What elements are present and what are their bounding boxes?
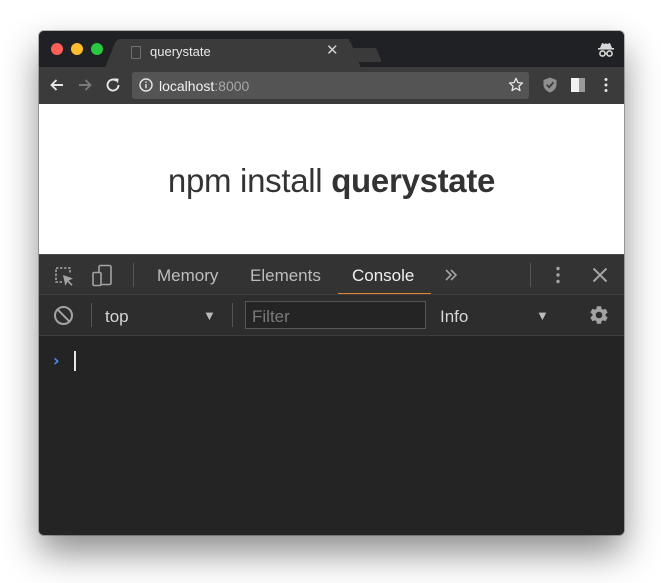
page-viewport: npm install querystate bbox=[39, 104, 624, 254]
clear-console-icon[interactable] bbox=[53, 305, 74, 326]
browser-toolbar: localhost:8000 bbox=[39, 67, 624, 104]
page-favicon-icon bbox=[131, 46, 141, 59]
log-level-selector[interactable]: Info bbox=[440, 307, 468, 327]
tab-elements[interactable]: Elements bbox=[250, 266, 321, 286]
more-vertical-icon[interactable] bbox=[597, 76, 615, 94]
filter-input[interactable] bbox=[245, 301, 426, 329]
new-tab-button[interactable] bbox=[350, 48, 382, 62]
address-bar[interactable]: localhost:8000 bbox=[132, 72, 529, 99]
tab-title: querystate bbox=[150, 44, 211, 59]
arrow-right-icon[interactable] bbox=[76, 76, 94, 94]
console-prompt-icon: › bbox=[53, 351, 60, 370]
chevron-down-icon[interactable]: ▼ bbox=[536, 308, 549, 323]
context-selector[interactable]: top bbox=[105, 307, 129, 327]
toolbar-divider bbox=[232, 303, 233, 327]
arrow-left-icon[interactable] bbox=[48, 76, 66, 94]
console-input-caret[interactable] bbox=[74, 351, 76, 371]
heading-package-name: querystate bbox=[331, 162, 496, 199]
window-minimize-button[interactable] bbox=[71, 43, 83, 55]
close-icon[interactable] bbox=[591, 266, 609, 284]
book-icon[interactable] bbox=[569, 76, 587, 94]
url-host: localhost bbox=[159, 78, 215, 94]
url-port: :8000 bbox=[214, 78, 250, 94]
more-vertical-icon[interactable] bbox=[550, 265, 566, 285]
toolbar-divider bbox=[91, 303, 92, 327]
chevron-double-right-icon[interactable] bbox=[443, 267, 459, 283]
console-toolbar: top ▼ Info ▼ bbox=[39, 294, 624, 336]
url-text: localhost:8000 bbox=[159, 78, 249, 94]
devtools-tab-bar: Memory Elements Console bbox=[39, 254, 624, 295]
toolbar-divider bbox=[530, 263, 531, 287]
devtools-panel: Memory Elements Console top ▼ Filter Inf… bbox=[39, 254, 624, 535]
heading-prefix: npm install bbox=[167, 162, 332, 199]
reload-icon[interactable] bbox=[104, 76, 122, 94]
toolbar-divider bbox=[133, 263, 134, 287]
gear-icon[interactable] bbox=[588, 304, 610, 326]
tab-strip: querystate ✕ bbox=[39, 31, 624, 67]
page-heading: npm install querystate bbox=[39, 162, 624, 200]
incognito-icon bbox=[598, 43, 614, 57]
info-icon[interactable] bbox=[139, 78, 153, 92]
tab-console[interactable]: Console bbox=[352, 266, 414, 286]
device-toolbar-icon[interactable] bbox=[91, 264, 115, 288]
close-icon[interactable]: ✕ bbox=[326, 42, 339, 58]
browser-window: querystate ✕ localhost:8000 npm install … bbox=[39, 31, 624, 535]
window-close-button[interactable] bbox=[51, 43, 63, 55]
tab-memory[interactable]: Memory bbox=[157, 266, 218, 286]
window-maximize-button[interactable] bbox=[91, 43, 103, 55]
chevron-down-icon[interactable]: ▼ bbox=[203, 308, 216, 323]
inspect-element-icon[interactable] bbox=[53, 265, 75, 287]
star-icon[interactable] bbox=[508, 77, 524, 93]
shield-icon[interactable] bbox=[541, 76, 559, 94]
